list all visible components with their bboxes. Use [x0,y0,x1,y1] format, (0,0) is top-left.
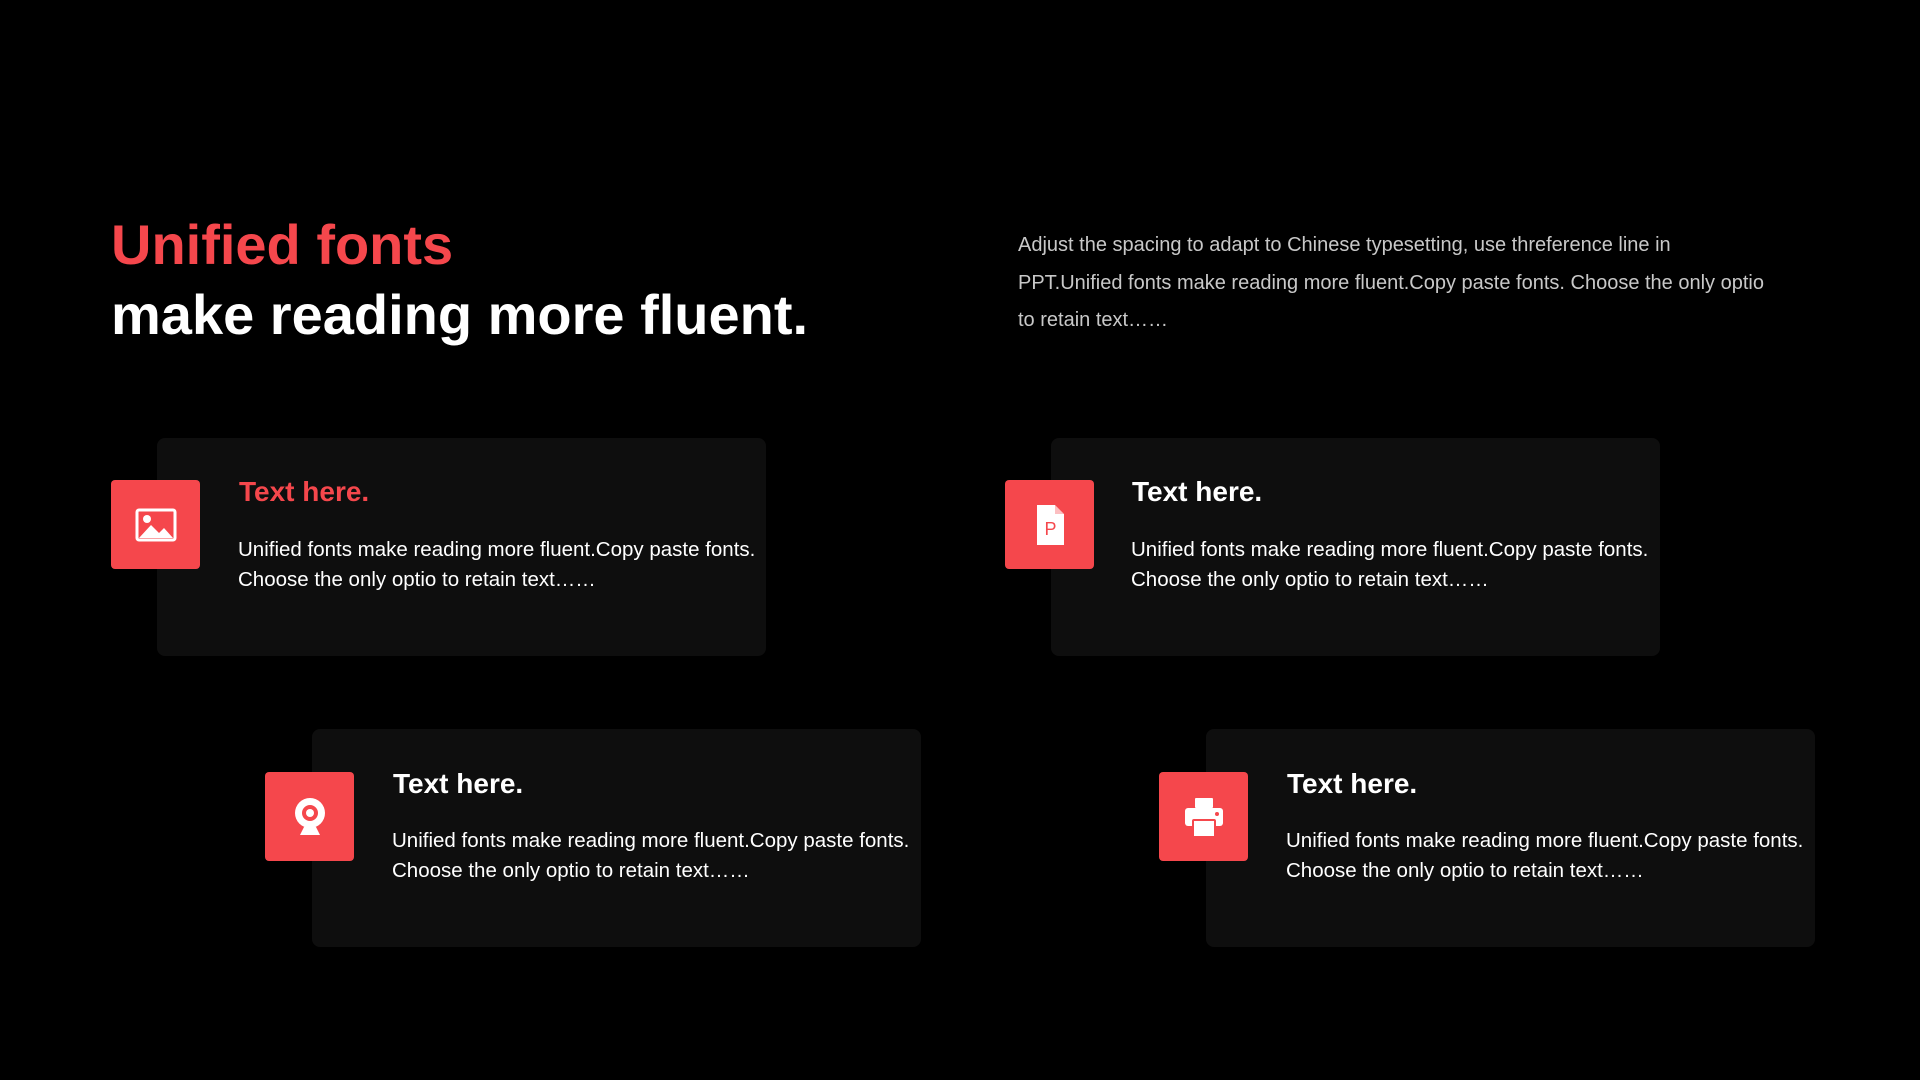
headline-main-line: make reading more fluent. [111,283,809,346]
intro-paragraph: Adjust the spacing to adapt to Chinese t… [1018,234,1764,331]
headline: Unified fonts make reading more fluent. [111,210,808,350]
feature-card-2-text: Unified fonts make reading more fluent.C… [1131,538,1649,591]
feature-card-1-title: Text here. [239,476,370,507]
feature-card-4-title: Text here. [1287,768,1418,799]
headline-accent-line: Unified fonts [111,213,454,276]
printer-icon [1184,797,1223,838]
feature-card-3-icon-box [265,772,354,861]
feature-card-1-text: Unified fonts make reading more fluent.C… [238,538,756,591]
feature-card-2-icon-box: P [1005,480,1094,569]
feature-card-4-icon-box [1159,772,1248,861]
svg-text:P: P [1044,519,1056,539]
feature-card-1-icon-box [111,480,200,569]
webcam-icon [294,797,325,835]
feature-card-3-title: Text here. [393,768,524,799]
feature-card-2-title: Text here. [1132,476,1263,507]
ppt-file-icon: P [1036,504,1064,545]
image-icon [135,508,176,541]
feature-card-4-text: Unified fonts make reading more fluent.C… [1286,829,1804,882]
feature-card-3-text: Unified fonts make reading more fluent.C… [392,829,910,882]
